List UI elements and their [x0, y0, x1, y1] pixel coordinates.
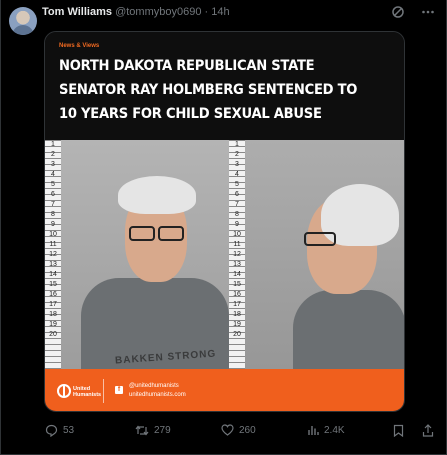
card-tag: News & Views [59, 43, 100, 49]
views-button[interactable]: 2.4K [307, 424, 345, 436]
ruler-number: 16 [49, 291, 57, 298]
ruler-number: 15 [233, 281, 241, 288]
ruler-numbers: 1 2 3 4 5 6 7 8 9 10 11 12 13 14 15 16 17 18 19 20 [47, 140, 59, 340]
ruler-number: 11 [233, 241, 241, 248]
top-icons [391, 5, 435, 19]
grok-icon[interactable] [391, 5, 405, 19]
ruler-number: 8 [51, 211, 55, 218]
author-handle[interactable]: @tommyboy0690 [115, 6, 201, 18]
footer-handle: @unitedhumanists unitedhumanists.com [129, 382, 186, 400]
ruler-number: 16 [233, 291, 241, 298]
ruler-number: 15 [49, 281, 57, 288]
height-ruler-left: 1 2 3 4 5 6 7 8 9 10 11 12 13 14 15 16 17 18 19 20 [45, 140, 61, 369]
ruler-number: 7 [51, 201, 55, 208]
bookmark-icon [393, 424, 404, 437]
ruler-number: 6 [235, 191, 239, 198]
ruler-number: 17 [233, 301, 241, 308]
ruler-number: 3 [235, 161, 239, 168]
repost-count: 279 [154, 425, 171, 436]
ruler-number: 10 [49, 231, 57, 238]
ruler-number: 18 [233, 311, 241, 318]
ruler-number: 2 [51, 151, 55, 158]
more-icon[interactable] [421, 5, 435, 19]
ruler-number: 20 [233, 331, 241, 338]
share-button[interactable] [422, 424, 434, 437]
ruler-number: 4 [235, 171, 239, 178]
ruler-number: 14 [49, 271, 57, 278]
ruler-number: 17 [49, 301, 57, 308]
card-header: News & Views North Dakota Republican Sta… [45, 32, 404, 140]
like-count: 260 [239, 424, 256, 436]
facebook-icon: f [115, 386, 123, 394]
ruler-number: 11 [49, 241, 57, 248]
ruler-number: 2 [235, 151, 239, 158]
card-footer: United Humanists f @unitedhumanists unit… [45, 369, 404, 411]
ruler-number: 12 [233, 251, 241, 258]
post-actions: 53 279 260 2.4K [45, 424, 437, 442]
ruler-number: 1 [51, 141, 55, 148]
ruler-number: 7 [235, 201, 239, 208]
ruler-number: 5 [51, 181, 55, 188]
ruler-number: 14 [233, 271, 241, 278]
bookmark-button[interactable] [393, 424, 404, 437]
social-handle: @unitedhumanists [129, 383, 179, 389]
ruler-number: 5 [235, 181, 239, 188]
repost-icon [135, 424, 149, 437]
ruler-number: 20 [49, 331, 57, 338]
ruler-number: 1 [235, 141, 239, 148]
height-ruler-right: 1 2 3 4 5 6 7 8 9 10 11 12 13 14 15 16 17 18 19 20 [229, 140, 245, 369]
ruler-number: 13 [49, 261, 57, 268]
mugshot-photo: 1 2 3 4 5 6 7 8 9 10 11 12 13 14 15 16 17 18 19 20 12345678… [45, 140, 404, 369]
reply-count: 53 [63, 425, 75, 436]
ruler-number: 6 [51, 191, 55, 198]
card-headline: North Dakota Republican State Senator Ra… [59, 57, 358, 122]
link-card[interactable]: News & Views North Dakota Republican Sta… [44, 31, 405, 412]
ruler-number: 12 [49, 251, 57, 258]
share-icon [422, 424, 434, 437]
reply-icon [45, 424, 58, 437]
post-time[interactable]: 14h [211, 6, 229, 18]
ruler-number: 10 [233, 231, 241, 238]
ruler-number: 9 [51, 221, 55, 228]
post-container[interactable]: Tom Williams @tommyboy0690 · 14h News & … [0, 0, 447, 455]
like-icon [221, 424, 234, 436]
avatar[interactable] [9, 7, 37, 35]
ruler-number: 8 [235, 211, 239, 218]
separator: · [204, 6, 209, 18]
views-icon [307, 424, 319, 436]
ruler-number: 19 [49, 321, 57, 328]
post-header: Tom Williams @tommyboy0690 · 14h [42, 5, 230, 19]
author-name[interactable]: Tom Williams [42, 6, 112, 18]
views-count: 2.4K [324, 424, 345, 436]
footer-divider [103, 379, 104, 403]
website: unitedhumanists.com [129, 392, 186, 398]
reply-button[interactable]: 53 [45, 424, 74, 437]
repost-button[interactable]: 279 [135, 424, 171, 437]
ruler-numbers: 1 2 3 4 5 6 7 8 9 10 11 12 13 14 15 16 17 18 19 20 [231, 140, 243, 340]
ruler-number: 3 [51, 161, 55, 168]
ruler-number: 4 [51, 171, 55, 178]
ruler-number: 9 [235, 221, 239, 228]
like-button[interactable]: 260 [221, 424, 256, 436]
ruler-number: 18 [49, 311, 57, 318]
peace-icon [57, 384, 71, 398]
ruler-number: 13 [233, 261, 241, 268]
ruler-number: 19 [233, 321, 241, 328]
united-humanists-logo: United Humanists [57, 383, 101, 401]
